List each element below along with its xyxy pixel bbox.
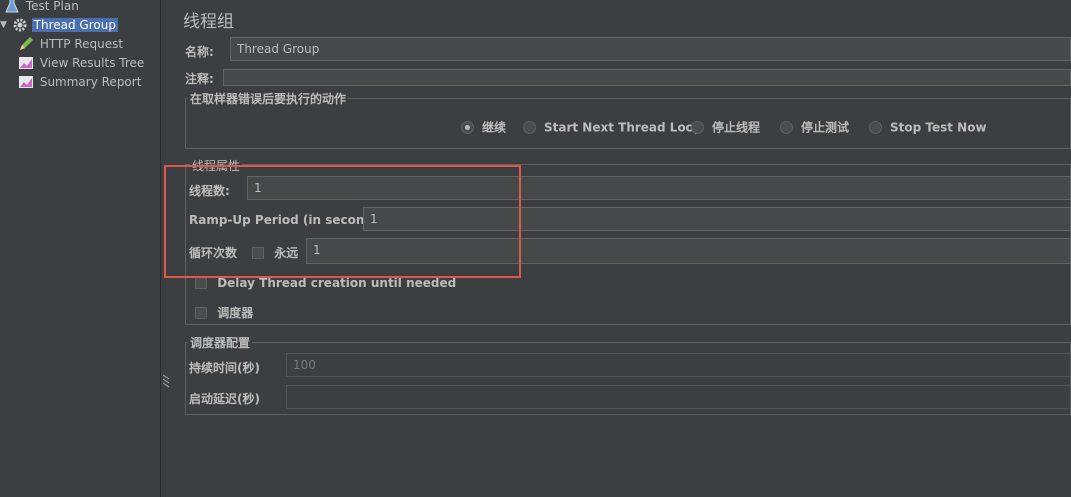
scheduler-config-title: 调度器配置 [188,334,253,351]
checkbox-icon [195,306,207,319]
loop-count-label: 循环次数 [189,246,238,260]
radio-label: Start Next Thread Loop [544,120,703,135]
tree-item-label: Test Plan [25,0,79,13]
radio-icon [869,121,882,134]
scheduler-checkbox[interactable]: 调度器 [195,304,253,321]
gear-icon [13,18,27,31]
forever-label: 永远 [274,246,299,260]
tree-item-view-results-tree[interactable]: View Results Tree [18,53,146,71]
tree-item-label: Summary Report [39,74,142,89]
radio-icon [691,121,704,134]
radio-label: 停止测试 [801,120,850,135]
radio-label: 继续 [482,120,507,135]
threads-field[interactable]: 1 [247,176,1071,200]
forever-checkbox[interactable]: 永远 [252,244,298,261]
chart-icon [19,75,33,88]
thread-group-panel: 线程组 名称: Thread Group 注释: 在取样器错误后要执行的动作 继… [173,0,1071,497]
radio-stop-thread[interactable]: 停止线程 [691,118,760,136]
tree-item-test-plan[interactable]: Test Plan [4,0,81,14]
tree-item-label: View Results Tree [39,55,145,70]
checkbox-icon [252,246,264,259]
radio-icon [780,121,793,134]
divider-grip-icon[interactable] [163,373,169,389]
radio-continue[interactable]: 继续 [461,118,506,136]
rampup-label: Ramp-Up Period (in seconds): [189,213,391,227]
split-pane-divider[interactable] [160,0,174,497]
duration-field[interactable]: 100 [286,353,1071,377]
tree-item-thread-group[interactable]: ▼ Thread Group [0,15,118,33]
radio-label: 停止线程 [712,120,761,135]
radio-stop-test[interactable]: 停止测试 [780,118,849,136]
tree-item-label: Thread Group [31,17,118,32]
pen-icon [20,36,33,50]
delay-thread-creation-checkbox[interactable]: Delay Thread creation until needed [195,275,456,290]
delay-thread-creation-label: Delay Thread creation until needed [217,275,457,290]
loop-count-field[interactable]: 1 [306,238,1071,264]
test-plan-icon [5,0,19,12]
chart-icon [19,56,33,69]
tree-item-label: HTTP Request [39,36,124,51]
radio-icon [523,121,536,134]
startup-delay-label: 启动延迟(秒) [189,392,260,406]
chevron-down-icon[interactable]: ▼ [0,16,8,34]
threads-label: 线程数: [189,184,230,198]
thread-properties-title: 线程属性 [190,157,243,174]
rampup-field[interactable]: 1 [363,207,1071,231]
name-label: 名称: [185,45,214,59]
scheduler-label: 调度器 [217,306,254,320]
duration-label: 持续时间(秒) [189,361,260,375]
radio-start-next-loop[interactable]: Start Next Thread Loop [523,118,703,136]
radio-stop-test-now[interactable]: Stop Test Now [869,118,987,136]
comment-field[interactable] [223,69,1071,86]
test-plan-tree: Test Plan ▼ Thread Group HTTP Request Vi… [0,0,160,497]
tree-item-http-request[interactable]: HTTP Request [18,34,125,52]
comment-label: 注释: [185,72,214,86]
tree-item-summary-report[interactable]: Summary Report [18,72,143,90]
error-action-title: 在取样器错误后要执行的动作 [188,90,349,107]
checkbox-icon [195,276,207,289]
radio-selected-icon [461,121,474,134]
page-title: 线程组 [183,12,234,32]
startup-delay-field[interactable] [286,385,1071,409]
name-field[interactable]: Thread Group [230,37,1071,61]
radio-label: Stop Test Now [890,120,987,135]
